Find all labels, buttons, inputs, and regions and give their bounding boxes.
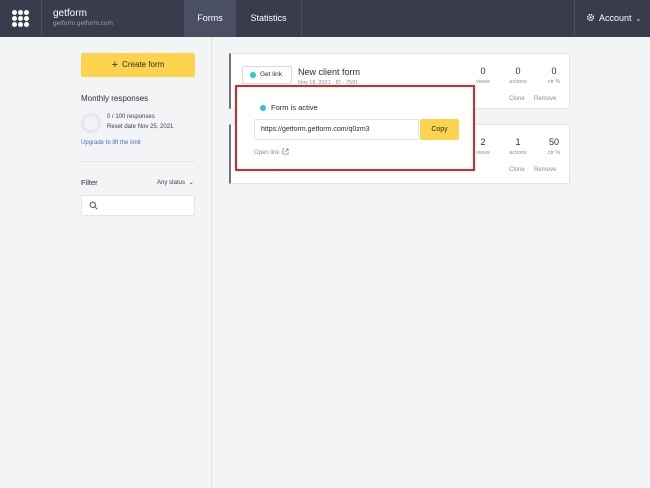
header-divider xyxy=(301,0,302,37)
brand-subdomain: getform.getform.com xyxy=(53,20,113,27)
responses-count: 0 / 100 responses xyxy=(107,114,155,120)
actions-label: actions xyxy=(509,150,527,156)
form-title[interactable]: New client form xyxy=(298,67,360,77)
ctr-value: 50 xyxy=(548,137,559,147)
logo-icon[interactable] xyxy=(12,10,30,28)
ctr-stat: 0 ctr % xyxy=(539,66,569,85)
upgrade-link[interactable]: Upgrade to lift the limit xyxy=(81,140,141,146)
search-box[interactable] xyxy=(81,195,195,216)
get-link-popup: Form is active Copy Open link xyxy=(235,85,475,171)
tab-statistics[interactable]: Statistics xyxy=(236,0,301,37)
monthly-responses-title: Monthly responses xyxy=(81,94,149,103)
header-divider xyxy=(41,0,42,37)
ctr-value: 0 xyxy=(551,66,557,76)
form-active-toggle[interactable]: Form is active xyxy=(271,103,318,112)
header-divider xyxy=(574,0,575,37)
search-input[interactable] xyxy=(102,199,190,213)
actions-count: 0 xyxy=(515,66,521,76)
create-form-label: Create form xyxy=(122,60,165,69)
filter-label: Filter xyxy=(81,178,98,187)
get-link-label: Get link xyxy=(260,71,283,78)
status-filter-value: Any status xyxy=(157,180,186,186)
status-filter-dropdown[interactable]: Any status ⌄ xyxy=(157,179,194,186)
chevron-down-icon: ⌄ xyxy=(635,16,642,23)
reset-date: Reset date Nov 25, 2021 xyxy=(107,124,174,130)
active-status-dot xyxy=(260,105,266,111)
sidebar: + Create form Monthly responses 0 / 100 r… xyxy=(0,37,212,488)
plus-icon: + xyxy=(111,59,119,71)
account-menu[interactable]: Account ⌄ xyxy=(586,0,641,37)
form-url-field[interactable] xyxy=(254,119,419,140)
clone-button[interactable]: Clone xyxy=(509,96,525,102)
get-link-button[interactable]: Get link xyxy=(242,66,292,84)
actions-label: actions xyxy=(509,79,527,85)
create-form-button[interactable]: + Create form xyxy=(81,53,195,77)
views-count: 0 xyxy=(480,66,486,76)
views-stat: 0 views xyxy=(468,66,498,85)
actions-count: 1 xyxy=(515,137,521,147)
actions-stat: 0 actions xyxy=(503,66,533,85)
brand-name: getform xyxy=(53,8,87,19)
chevron-down-icon: ⌄ xyxy=(188,180,194,186)
ctr-stat: 50 ctr % xyxy=(539,137,569,156)
status-dot xyxy=(250,72,256,78)
clone-button[interactable]: Clone xyxy=(509,167,525,173)
actions-stat: 1 actions xyxy=(503,137,533,156)
gear-icon xyxy=(586,13,595,22)
sidebar-divider xyxy=(81,161,195,162)
external-link-icon xyxy=(282,148,289,155)
search-icon xyxy=(89,201,98,210)
remove-button[interactable]: Remove xyxy=(534,96,556,102)
copy-button[interactable]: Copy xyxy=(420,119,459,140)
usage-ring xyxy=(81,113,101,133)
open-link[interactable]: Open link xyxy=(254,148,289,156)
open-link-label: Open link xyxy=(254,150,280,156)
account-label: Account xyxy=(599,13,632,23)
tab-forms[interactable]: Forms xyxy=(184,0,236,37)
ctr-label: ctr % xyxy=(547,150,561,156)
remove-button[interactable]: Remove xyxy=(534,167,556,173)
top-bar: getform getform.getform.com Forms Statis… xyxy=(0,0,650,37)
ctr-label: ctr % xyxy=(547,79,561,85)
